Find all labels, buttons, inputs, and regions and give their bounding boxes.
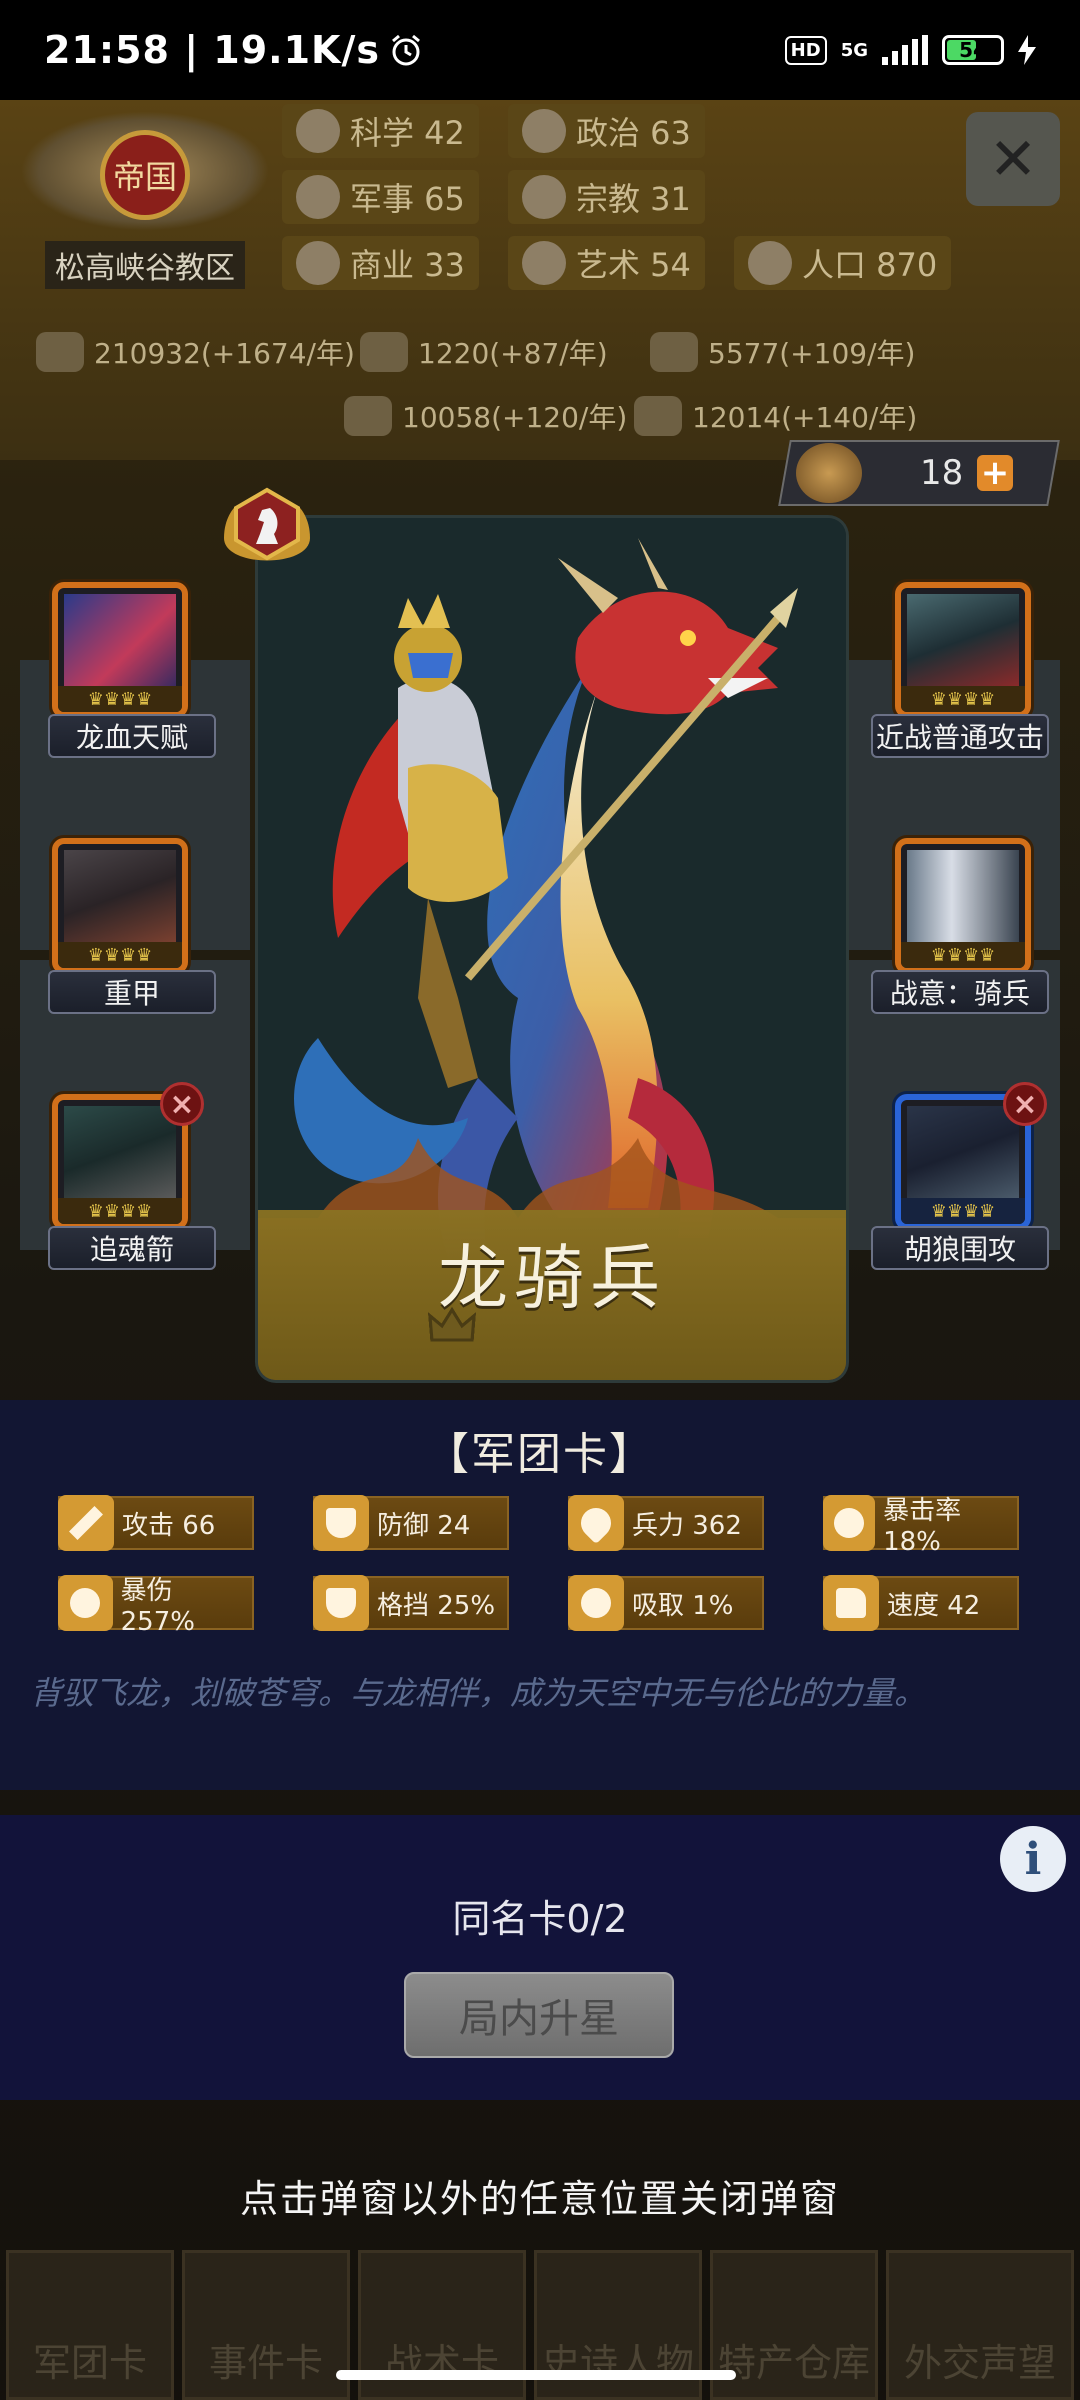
- attr-drain: 吸取 1%: [568, 1575, 764, 1631]
- skill-label: 胡狼围攻: [871, 1226, 1049, 1270]
- skill-crowns: ♛♛♛♛: [901, 1198, 1025, 1224]
- stat-population: 人口 870: [734, 236, 952, 290]
- stat-commerce: 商业 33: [282, 236, 479, 290]
- section-title: 【军团卡】: [425, 1429, 655, 1480]
- resource-iron: 5577(+109/年): [650, 332, 915, 372]
- attr-attack: 攻击 66: [58, 1495, 254, 1551]
- background-close-button[interactable]: ✕: [966, 112, 1060, 206]
- status-time: 21:58 | 19.1K/s: [44, 28, 380, 72]
- planet-icon: [296, 109, 340, 153]
- skill-melee-attack[interactable]: ♛♛♛♛ 近战普通攻击: [871, 582, 1049, 758]
- knight-rank-badge: [224, 487, 310, 561]
- iron-icon: [650, 332, 698, 372]
- tab-legion-cards[interactable]: 军团卡: [6, 2250, 174, 2400]
- wood-icon: [360, 332, 408, 372]
- skill-soul-chasing-arrow[interactable]: ♛♛♛♛ × 追魂箭: [48, 1082, 216, 1270]
- info-icon[interactable]: i: [1000, 1826, 1066, 1892]
- skill-label: 战意：骑兵: [871, 970, 1049, 1014]
- close-hint: 点击弹窗以外的任意位置关闭弹窗: [239, 2177, 840, 2221]
- resource-stone: 10058(+120/年): [344, 396, 627, 436]
- drain-icon: [568, 1575, 624, 1631]
- skill-label: 重甲: [48, 970, 216, 1014]
- skill-crowns: ♛♛♛♛: [58, 686, 182, 712]
- heart-icon: [568, 1495, 624, 1551]
- stat-religion: 宗教 31: [508, 170, 705, 224]
- skill-crowns: ♛♛♛♛: [901, 686, 1025, 712]
- kingdom-header: 帝国 松高峡谷教区 科学 42 政治 63 军事 65 宗教 31 商业 33 …: [0, 100, 1080, 460]
- tab-event-cards[interactable]: 事件卡: [182, 2250, 350, 2400]
- medal-icon: [796, 443, 862, 503]
- attr-speed: 速度 42: [823, 1575, 1019, 1631]
- skill-crowns: ♛♛♛♛: [58, 1198, 182, 1224]
- charging-icon: [1018, 35, 1036, 65]
- place-name: 松高峡谷教区: [45, 241, 245, 289]
- skill-crowns: ♛♛♛♛: [901, 942, 1025, 968]
- same-card-count: 同名卡0/2: [452, 1897, 628, 1941]
- stat-art: 艺术 54: [508, 236, 705, 290]
- skill-heavy-armor[interactable]: ♛♛♛♛ 重甲: [48, 838, 216, 1014]
- crit-damage-icon: [58, 1575, 113, 1631]
- building-icon: [522, 109, 566, 153]
- status-bar: 21:58 | 19.1K/s HD 5G 54: [0, 0, 1080, 100]
- leaf-icon: [522, 241, 566, 285]
- resource-gold: 210932(+1674/年): [36, 332, 355, 372]
- stat-military: 军事 65: [282, 170, 479, 224]
- skill-label: 龙血天赋: [48, 714, 216, 758]
- stone-icon: [344, 396, 392, 436]
- empire-crest: 帝国: [100, 130, 190, 220]
- skill-label: 近战普通攻击: [871, 714, 1049, 758]
- add-medal-button[interactable]: +: [977, 453, 1014, 493]
- unit-card: 龙骑兵: [258, 518, 846, 1380]
- boot-icon: [823, 1575, 879, 1631]
- attr-troops: 兵力 362: [568, 1495, 764, 1551]
- cross-icon: [522, 175, 566, 219]
- card-flavor-text: 背驭飞龙，划破苍穹。与龙相伴，成为天空中无与伦比的力量。: [30, 1674, 927, 1712]
- empire-label: 帝国: [112, 158, 177, 196]
- stat-science: 科学 42: [282, 104, 479, 158]
- skill-crowns: ♛♛♛♛: [58, 942, 182, 968]
- attr-block: 格挡 25%: [313, 1575, 509, 1631]
- block-icon: [313, 1575, 369, 1631]
- crown-empty-icon: [428, 1307, 476, 1342]
- resource-wood: 1220(+87/年): [360, 332, 608, 372]
- swords-icon: [296, 175, 340, 219]
- person-icon: [748, 241, 792, 285]
- skill-battle-will-cavalry[interactable]: ♛♛♛♛ 战意：骑兵: [871, 838, 1049, 1014]
- signal-icon: [882, 35, 928, 65]
- skill-label: 追魂箭: [48, 1226, 216, 1270]
- crit-icon: [823, 1495, 876, 1551]
- shield-icon: [313, 1495, 369, 1551]
- remove-skill-button[interactable]: ×: [1003, 1082, 1047, 1126]
- attr-crit-rate: 暴击率 18%: [823, 1495, 1019, 1557]
- hd-indicator: HD: [784, 35, 827, 65]
- sword-icon: [58, 1495, 114, 1551]
- tab-diplomacy[interactable]: 外交声望: [886, 2250, 1074, 2400]
- gold-icon: [36, 332, 84, 372]
- remove-skill-button[interactable]: ×: [160, 1082, 204, 1126]
- empire-emblem[interactable]: 帝国 松高峡谷教区: [20, 110, 270, 290]
- in-game-star-up-button[interactable]: 局内升星: [404, 1972, 674, 2058]
- attr-defense: 防御 24: [313, 1495, 509, 1551]
- network-type: 5G: [840, 39, 868, 61]
- card-name: 龙骑兵: [438, 1237, 666, 1319]
- scales-icon: [296, 241, 340, 285]
- home-indicator[interactable]: [336, 2370, 736, 2380]
- resource-food: 12014(+140/年): [634, 396, 917, 436]
- food-icon: [634, 396, 682, 436]
- alarm-icon: [392, 34, 420, 66]
- skill-jackal-siege[interactable]: ♛♛♛♛ × 胡狼围攻: [871, 1082, 1049, 1270]
- battery-icon: 54: [942, 35, 1004, 65]
- stat-politics: 政治 63: [508, 104, 705, 158]
- medal-currency[interactable]: 18 +: [778, 440, 1060, 506]
- medal-count: 18: [920, 453, 964, 493]
- battery-level: 54: [959, 38, 987, 62]
- skill-dragon-blood[interactable]: ♛♛♛♛ 龙血天赋: [48, 582, 216, 758]
- attr-crit-damage: 暴伤 257%: [58, 1575, 254, 1637]
